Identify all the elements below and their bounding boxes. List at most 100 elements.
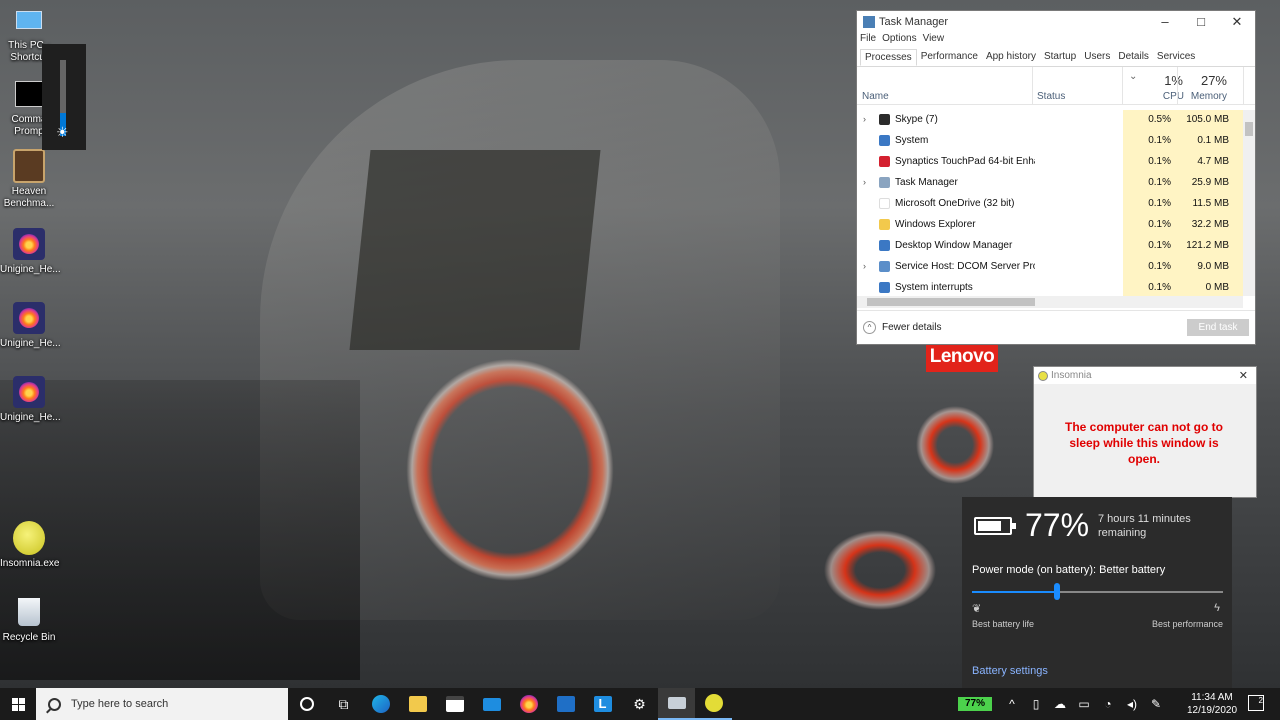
search-box[interactable]: Type here to search xyxy=(36,688,288,720)
column-memory[interactable]: Memory xyxy=(1187,91,1227,102)
desktop-icon-unigine-1[interactable]: Unigine_He... xyxy=(0,228,61,276)
tab-details[interactable]: Details xyxy=(1114,49,1153,66)
cortana-icon[interactable] xyxy=(288,688,325,720)
vertical-scrollbar[interactable] xyxy=(1243,110,1255,296)
menu-view[interactable]: View xyxy=(923,33,945,49)
desktop-icon-heaven-benchmark[interactable]: Heaven Benchma... xyxy=(0,149,58,210)
process-row[interactable]: Desktop Window Manager 0.1% 121.2 MB xyxy=(857,236,1243,257)
task-view-icon[interactable]: ⧉ xyxy=(325,688,362,720)
insomnia-message: The computer can not go to sleep while t… xyxy=(1065,420,1223,466)
clock[interactable]: 11:34 AM 12/19/2020 xyxy=(1180,691,1244,717)
process-cpu: 0.1% xyxy=(1123,236,1177,257)
process-row[interactable]: Windows Explorer 0.1% 32.2 MB xyxy=(857,215,1243,236)
footer: ^ Fewer details End task xyxy=(857,310,1255,344)
process-memory: 25.9 MB xyxy=(1177,173,1243,194)
column-status[interactable]: Status xyxy=(1037,91,1065,102)
onedrive-icon[interactable]: ☁ xyxy=(1048,697,1072,711)
process-row[interactable]: Synaptics TouchPad 64-bit Enha... 0.1% 4.7… xyxy=(857,152,1243,173)
menu-file[interactable]: File xyxy=(860,33,876,49)
tray-battery-percent[interactable]: 77% xyxy=(958,697,992,711)
process-row[interactable]: Microsoft OneDrive (32 bit) 0.1% 11.5 MB xyxy=(857,194,1243,215)
lightning-icon: ϟ xyxy=(1214,602,1220,614)
battery-percent: 77% xyxy=(1025,507,1090,543)
process-cpu: 0.5% xyxy=(1123,110,1177,131)
desktop-icon-unigine-3[interactable]: Unigine_He... xyxy=(0,376,61,424)
sort-chevron-icon: ⌄ xyxy=(1129,71,1138,82)
store-icon[interactable] xyxy=(436,688,473,720)
process-icon xyxy=(879,114,890,125)
end-task-button[interactable]: End task xyxy=(1187,319,1249,336)
tab-processes[interactable]: Processes xyxy=(860,49,917,66)
minimize-button[interactable]: – xyxy=(1147,14,1183,30)
brightness-flyout: ☀ xyxy=(42,44,86,150)
lenovo-vantage-icon[interactable]: L xyxy=(584,688,621,720)
close-button[interactable]: ✕ xyxy=(1219,14,1255,30)
tab-services[interactable]: Services xyxy=(1153,49,1199,66)
notification-center-icon[interactable]: 2 xyxy=(1248,695,1264,711)
file-explorer-icon[interactable] xyxy=(399,688,436,720)
pen-icon[interactable]: ✎ xyxy=(1144,697,1168,711)
fewer-details-button[interactable]: ^ Fewer details xyxy=(863,321,941,334)
column-divider xyxy=(1122,67,1123,105)
task-manager-taskbar-icon[interactable] xyxy=(658,688,695,720)
menu-bar: File Options View xyxy=(857,33,1255,49)
process-row[interactable]: › Service Host: DCOM Server Proc... 0.1%9.… xyxy=(857,257,1243,278)
wifi-icon[interactable]: ◔ xyxy=(1096,697,1120,711)
insomnia-taskbar-icon[interactable] xyxy=(695,688,732,720)
process-name: Service Host: DCOM Server Proc... xyxy=(895,261,1035,272)
scrollbar-thumb[interactable] xyxy=(867,298,1035,306)
chevron-up-icon[interactable]: ^ xyxy=(1000,697,1024,711)
insomnia-icon xyxy=(13,521,45,555)
battery-remaining: 7 hours 11 minutes remaining xyxy=(1098,513,1191,539)
process-cpu: 0.1% xyxy=(1123,152,1177,173)
menu-options[interactable]: Options xyxy=(882,33,916,49)
tab-users[interactable]: Users xyxy=(1080,49,1114,66)
process-list: › Skype (7) 0.5% 105.0 MB System 0.1% 0.1 MB Sy… xyxy=(857,110,1243,296)
column-header: Name Status ⌄ 1% CPU 27% Memory xyxy=(857,67,1255,105)
close-button[interactable]: ✕ xyxy=(1239,369,1248,382)
best-battery-life-label: Best battery life xyxy=(972,619,1035,629)
window-title: Task Manager xyxy=(879,16,949,28)
firefox-file-icon xyxy=(13,302,45,334)
tab-performance[interactable]: Performance xyxy=(917,49,982,66)
tab-app-history[interactable]: App history xyxy=(982,49,1040,66)
process-row[interactable]: › Skype (7) 0.5% 105.0 MB xyxy=(857,110,1243,131)
process-row[interactable]: › Task Manager 0.1% 25.9 MB xyxy=(857,173,1243,194)
desktop-icon-insomnia[interactable]: Insomnia.exe xyxy=(0,521,59,570)
expand-chevron-icon[interactable]: › xyxy=(863,261,866,271)
firefox-icon[interactable] xyxy=(510,688,547,720)
start-button[interactable] xyxy=(0,688,36,720)
expand-chevron-icon[interactable]: › xyxy=(863,114,866,124)
process-cpu: 0.1% xyxy=(1123,173,1177,194)
edge-icon[interactable] xyxy=(362,688,399,720)
lenovo-logo: Lenovo xyxy=(926,341,998,372)
battery-flyout: 77% 7 hours 11 minutes remaining Power m… xyxy=(962,497,1232,688)
column-divider xyxy=(1032,67,1033,105)
expand-chevron-icon[interactable]: › xyxy=(863,177,866,187)
process-row[interactable]: System interrupts 0.1% 0 MB xyxy=(857,278,1243,296)
volume-icon[interactable]: ◂) xyxy=(1120,697,1144,711)
column-name[interactable]: Name xyxy=(862,91,889,102)
process-row[interactable]: System 0.1% 0.1 MB xyxy=(857,131,1243,152)
title-bar[interactable]: Task Manager – □ ✕ xyxy=(857,11,1255,33)
scrollbar-thumb[interactable] xyxy=(1245,122,1253,136)
battery-tip xyxy=(1012,523,1016,529)
battery-icon[interactable]: ▭ xyxy=(1072,697,1096,711)
process-icon xyxy=(879,156,890,167)
power-mode-slider-thumb[interactable] xyxy=(1054,583,1060,600)
tab-startup[interactable]: Startup xyxy=(1040,49,1080,66)
battery-icon xyxy=(974,517,1016,535)
column-cpu[interactable]: CPU xyxy=(1156,91,1184,102)
settings-tool-icon[interactable]: ⚙ xyxy=(621,688,658,720)
outlook-icon[interactable] xyxy=(547,688,584,720)
title-bar[interactable]: Insomnia ✕ xyxy=(1034,367,1256,384)
mail-icon[interactable] xyxy=(473,688,510,720)
task-manager-window: Task Manager – □ ✕ File Options View Pro… xyxy=(856,10,1256,345)
desktop-icon-recycle-bin[interactable]: Recycle Bin xyxy=(0,596,58,644)
process-memory: 11.5 MB xyxy=(1177,194,1243,215)
maximize-button[interactable]: □ xyxy=(1183,14,1219,30)
desktop-icon-unigine-2[interactable]: Unigine_He... xyxy=(0,302,61,350)
phone-icon[interactable]: ▯ xyxy=(1024,697,1048,711)
battery-settings-link[interactable]: Battery settings xyxy=(972,665,1048,677)
horizontal-scrollbar[interactable] xyxy=(857,296,1243,308)
